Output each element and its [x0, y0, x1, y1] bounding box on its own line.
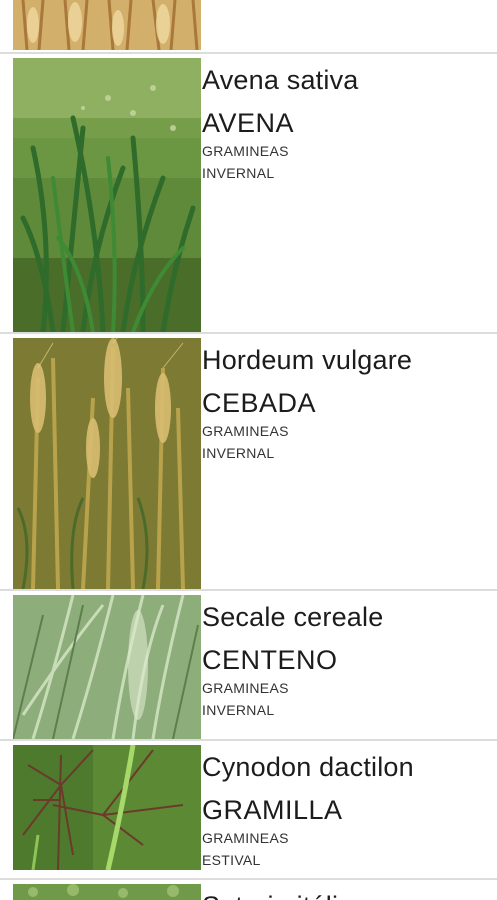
- common-name: CEBADA: [202, 388, 317, 418]
- bermuda-grass-photo: [13, 745, 201, 870]
- foxtail-millet-photo: [13, 884, 201, 900]
- family-label: GRAMINEAS: [202, 680, 289, 696]
- oat-photo: [13, 58, 201, 332]
- family-label: GRAMINEAS: [202, 143, 289, 159]
- list-item[interactable]: Secale cereale CENTENO GRAMINEAS INVERNA…: [0, 591, 497, 739]
- season-label: ESTIVAL: [202, 852, 261, 868]
- season-label: INVERNAL: [202, 445, 275, 461]
- item-text: Secale cereale CENTENO GRAMINEAS INVERNA…: [202, 601, 493, 721]
- list-item[interactable]: Avena sativa AVENA GRAMINEAS INVERNAL: [0, 54, 497, 332]
- item-text: Cynodon dactilon GRAMILLA GRAMINEAS ESTI…: [202, 751, 493, 871]
- scientific-name: Setaria itálica: [202, 890, 493, 900]
- list-item[interactable]: Hordeum vulgare CEBADA GRAMINEAS INVERNA…: [0, 334, 497, 589]
- species-list[interactable]: Avena sativa AVENA GRAMINEAS INVERNAL Ho…: [0, 0, 497, 900]
- rye-photo: [13, 595, 201, 739]
- common-name: AVENA: [202, 108, 295, 138]
- scientific-name: Avena sativa: [202, 65, 359, 95]
- list-item[interactable]: [0, 0, 497, 52]
- list-item[interactable]: Setaria itálica: [0, 880, 497, 900]
- scientific-name: Cynodon dactilon: [202, 752, 414, 782]
- wheat-photo: [13, 0, 201, 50]
- family-label: GRAMINEAS: [202, 830, 289, 846]
- season-label: INVERNAL: [202, 165, 275, 181]
- season-label: INVERNAL: [202, 702, 275, 718]
- item-text: Avena sativa AVENA GRAMINEAS INVERNAL: [202, 64, 493, 184]
- item-text: Hordeum vulgare CEBADA GRAMINEAS INVERNA…: [202, 344, 493, 464]
- family-label: GRAMINEAS: [202, 423, 289, 439]
- item-text: Setaria itálica: [202, 890, 493, 900]
- scientific-name: Secale cereale: [202, 602, 384, 632]
- common-name: GRAMILLA: [202, 795, 343, 825]
- list-item[interactable]: Cynodon dactilon GRAMILLA GRAMINEAS ESTI…: [0, 741, 497, 878]
- common-name: CENTENO: [202, 645, 338, 675]
- scientific-name: Hordeum vulgare: [202, 345, 413, 375]
- barley-photo: [13, 338, 201, 589]
